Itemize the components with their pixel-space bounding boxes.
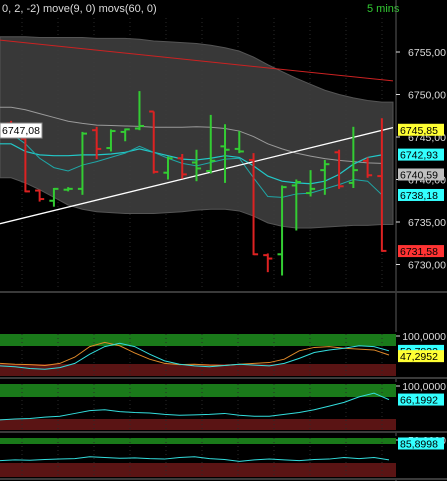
indicator-params: 0, 2, -2) move(9, 0) movs(60, 0) (2, 3, 157, 15)
price-label-red: 6731,58 (398, 245, 444, 258)
price-y-tick-label: 6750,00 (408, 90, 446, 102)
price-label-yellow: 6745,85 (398, 123, 444, 137)
oscillator-panel-2[interactable]: 100,0000 66,1992 (0, 381, 447, 433)
osc3-panel-label-cyan: 85,8998 (398, 437, 444, 450)
osc1-panel-overbought-zone (0, 334, 396, 346)
osc2-panel-y-tick-label: 100,0000 (402, 381, 446, 393)
osc2-panel-overbought-zone (0, 384, 396, 397)
timeframe-label: 5 mins (367, 3, 400, 15)
price-label-cyan: 6738,18 (398, 188, 444, 202)
price-label-red-text: 6731,58 (400, 246, 438, 258)
price-label-yellow-text: 6745,85 (400, 125, 438, 137)
osc1-panel-label-yellow: 47,2952 (398, 350, 444, 363)
osc3-panel-label-cyan-text: 85,8998 (400, 438, 438, 450)
oscillator-panel-3[interactable]: 50,000085,8998 (0, 435, 447, 480)
osc3-panel-overbought-zone (0, 438, 396, 444)
price-label-cyan-text: 6738,18 (400, 190, 438, 202)
osc2-panel-oversold-zone (0, 419, 396, 430)
osc2-panel-label-cyan-text: 66,1992 (400, 395, 438, 407)
oscillator-panel-1[interactable]: 100,000059,783247,2952 (0, 331, 447, 379)
trading-chart-window[interactable]: 0, 2, -2) move(9, 0) movs(60, 0) 5 mins … (0, 0, 447, 481)
chart-header: 0, 2, -2) move(9, 0) movs(60, 0) 5 mins (2, 3, 400, 15)
price-y-tick-label: 6755,00 (408, 47, 446, 59)
price-y-tick-label: 6735,00 (408, 217, 446, 229)
osc1-panel-y-tick-label: 100,0000 (402, 331, 446, 343)
price-label-gray-text: 6740,59 (400, 169, 438, 181)
osc1-panel-label-yellow-text: 47,2952 (400, 351, 438, 363)
osc2-panel-label-cyan: 66,1992 (398, 393, 444, 407)
price-label-gray: 6740,59 (398, 168, 444, 181)
price-label-cyan-text: 6742,93 (400, 150, 438, 162)
crosshair-label: 6747,08 (0, 122, 43, 139)
crosshair-label-text: 6747,08 (2, 125, 40, 137)
price-label-cyan: 6742,93 (398, 148, 444, 162)
price-y-tick-label: 6730,00 (408, 260, 446, 272)
osc3-panel-oversold-zone (0, 463, 396, 477)
